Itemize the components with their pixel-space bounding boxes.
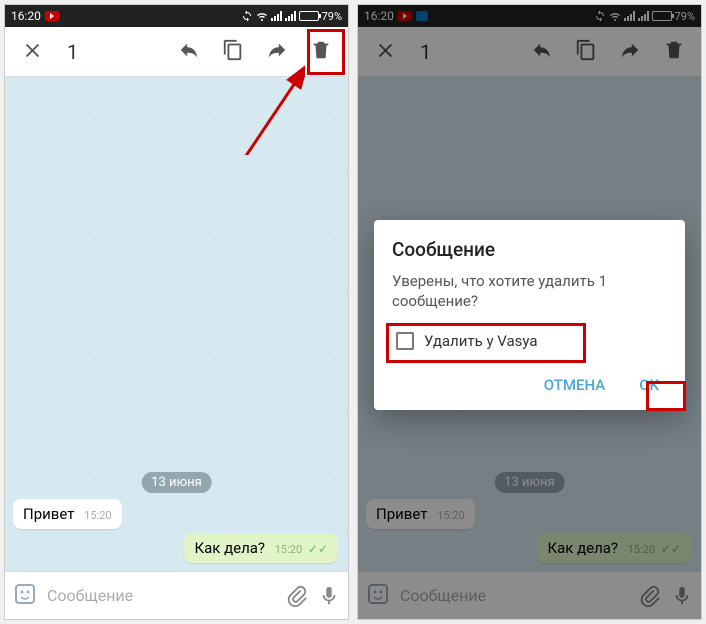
sticker-icon (13, 582, 37, 606)
sticker-button[interactable] (13, 582, 37, 610)
chat-area[interactable]: 13 июня Привет 15:20 Как дела? 15:20 ✓✓ (5, 77, 348, 571)
message-text: Как дела? (194, 539, 265, 557)
selection-toolbar: 1 (5, 27, 348, 77)
dialog-title: Сообщение (392, 238, 667, 261)
mic-icon[interactable] (318, 585, 340, 607)
status-bar: 16:20 79% (5, 5, 348, 27)
message-outgoing[interactable]: Как дела? 15:20 ✓✓ (184, 533, 338, 563)
date-separator: 13 июня (141, 472, 212, 493)
status-time: 16:20 (11, 9, 41, 23)
signal-icon (271, 11, 282, 21)
attach-icon[interactable] (286, 585, 308, 607)
cancel-button[interactable]: ОТМЕНА (536, 370, 613, 400)
chat-background-pattern (5, 77, 348, 571)
annotation-highlight-ok (646, 381, 686, 411)
youtube-icon (45, 11, 59, 21)
selection-count: 1 (67, 40, 78, 64)
wifi-icon (256, 10, 268, 22)
close-button[interactable] (17, 35, 47, 69)
annotation-highlight-checkbox (386, 323, 586, 363)
message-input-bar: Сообщение (5, 571, 348, 619)
forward-icon (266, 39, 288, 61)
phone-right: 16:20 79% 1 13 июня Привет 15:20 (357, 4, 702, 620)
message-text: Привет (23, 505, 74, 523)
reply-button[interactable] (174, 35, 204, 69)
battery-icon (299, 11, 319, 21)
battery-percent: 79% (322, 10, 342, 23)
reply-icon (178, 39, 200, 61)
message-incoming[interactable]: Привет 15:20 (13, 499, 122, 529)
message-time: 15:20 (275, 543, 302, 556)
read-ticks-icon: ✓✓ (308, 542, 328, 556)
forward-button[interactable] (262, 35, 292, 69)
signal-icon-2 (285, 11, 296, 21)
copy-icon (222, 39, 244, 61)
sync-icon (241, 10, 253, 22)
dialog-body: Уверены, что хотите удалить 1 сообщение? (392, 271, 667, 312)
message-time: 15:20 (84, 509, 111, 522)
message-input[interactable]: Сообщение (47, 586, 276, 605)
phone-left: 16:20 79% 1 13 июня (4, 4, 349, 620)
delete-dialog: Сообщение Уверены, что хотите удалить 1 … (374, 220, 685, 410)
close-icon (21, 39, 43, 61)
annotation-highlight-trash (307, 29, 345, 75)
copy-button[interactable] (218, 35, 248, 69)
